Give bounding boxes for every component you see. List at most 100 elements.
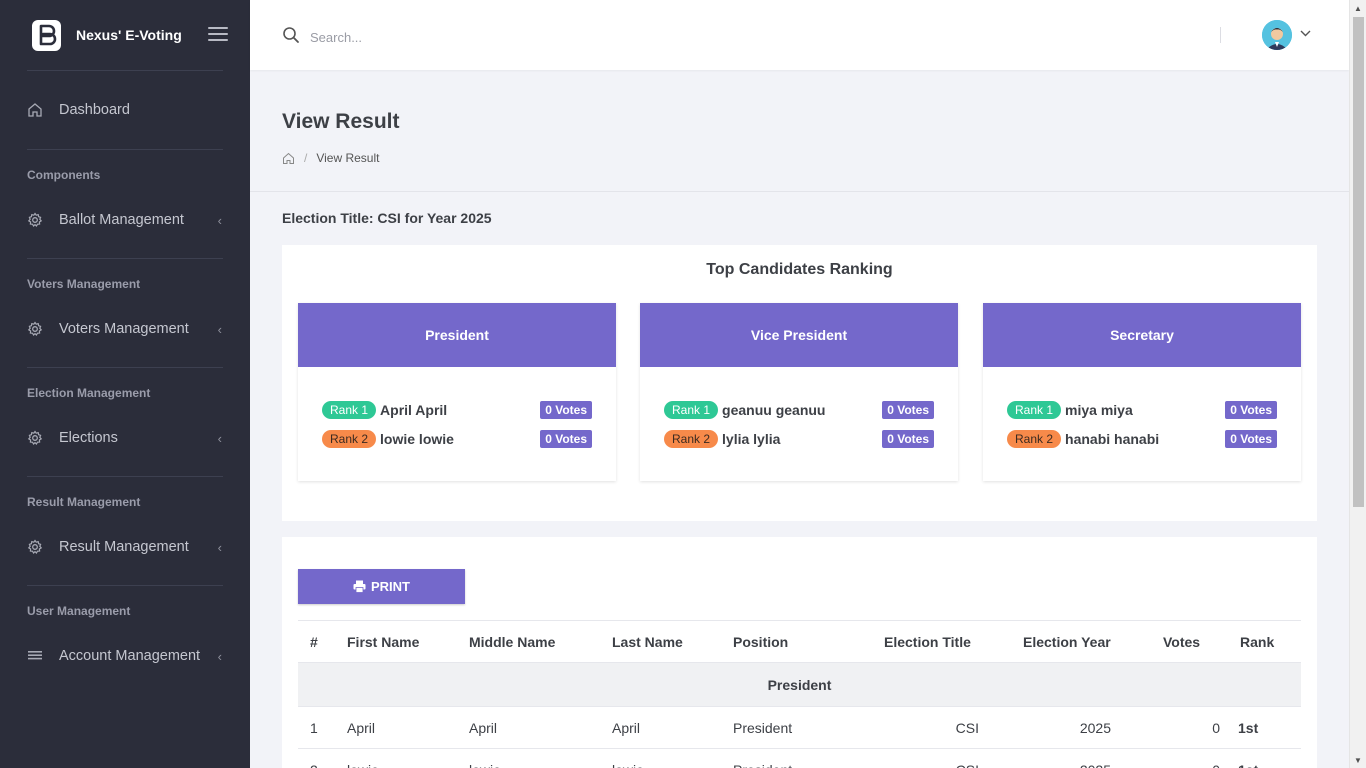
page-title: View Result <box>282 110 400 133</box>
sidebar-section-user: User Management <box>0 586 250 636</box>
candidate-row: Rank 1 miya miya 0 Votes <box>1007 400 1277 420</box>
election-title: Election Title: CSI for Year 2025 <box>282 210 492 226</box>
breadcrumb: / View Result <box>282 151 379 165</box>
print-button[interactable]: PRINT <box>298 569 465 604</box>
cell: lowie <box>600 748 721 768</box>
sidebar-item-elections[interactable]: Elections ‹ <box>0 418 250 458</box>
column-header[interactable]: Position <box>721 620 872 663</box>
chevron-left-icon: ‹ <box>217 539 222 555</box>
rank-badge: Rank 1 <box>1007 401 1062 419</box>
votes-badge: 0 Votes <box>540 430 592 448</box>
home-icon[interactable] <box>282 152 295 165</box>
sidebar-item-ballot-management[interactable]: Ballot Management ‹ <box>0 200 250 240</box>
candidate-name: hanabi hanabi <box>1065 431 1160 447</box>
column-header[interactable]: Middle Name <box>457 620 600 663</box>
divider <box>1220 27 1221 43</box>
sidebar-item-label: Elections <box>59 430 118 446</box>
sidebar-item-voters-management[interactable]: Voters Management ‹ <box>0 309 250 349</box>
ranking-title: Top Candidates Ranking <box>706 261 893 278</box>
position-name: Vice President <box>640 303 958 367</box>
rank-badge: Rank 2 <box>664 430 719 448</box>
chevron-left-icon: ‹ <box>217 212 222 228</box>
gear-icon <box>27 321 43 337</box>
print-label: PRINT <box>371 579 410 594</box>
sidebar-section-election: Election Management <box>0 368 250 418</box>
chevron-left-icon: ‹ <box>217 648 222 664</box>
rank-badge: Rank 1 <box>664 401 719 419</box>
results-table: # First Name Middle Name Last Name Posit… <box>298 620 1301 768</box>
column-header[interactable]: Election Title <box>872 620 1011 663</box>
cell: April <box>600 706 721 749</box>
chevron-left-icon: ‹ <box>217 430 222 446</box>
position-card-vice-president: Vice President Rank 1 geanuu geanuu 0 Vo… <box>640 303 958 481</box>
table-group-row: President <box>298 662 1301 707</box>
chevron-down-icon[interactable] <box>1300 28 1311 40</box>
votes-badge: 0 Votes <box>882 430 934 448</box>
column-header[interactable]: Rank <box>1228 620 1301 663</box>
cell: CSI <box>872 706 1011 749</box>
search-icon[interactable] <box>282 26 300 44</box>
candidate-name: geanuu geanuu <box>722 402 826 418</box>
app-title: Nexus' E-Voting <box>76 27 182 43</box>
cell: 1st <box>1228 748 1301 768</box>
candidate-row: Rank 2 hanabi hanabi 0 Votes <box>1007 429 1277 449</box>
votes-badge: 0 Votes <box>882 401 934 419</box>
brand: Nexus' E-Voting <box>0 0 250 70</box>
votes-badge: 0 Votes <box>1225 430 1277 448</box>
position-name: Secretary <box>983 303 1301 367</box>
cell: 2025 <box>1011 748 1151 768</box>
section-title: User Management <box>27 604 131 618</box>
sidebar-item-label: Dashboard <box>59 102 130 118</box>
topbar <box>250 0 1349 70</box>
candidate-row: Rank 2 lowie lowie 0 Votes <box>322 429 592 449</box>
candidate-row: Rank 1 geanuu geanuu 0 Votes <box>664 400 934 420</box>
table-row: 2 lowie lowie lowie President CSI 2025 0… <box>298 748 1301 768</box>
cell: 2025 <box>1011 706 1151 749</box>
column-header[interactable]: First Name <box>335 620 457 663</box>
candidate-row: Rank 2 lylia lylia 0 Votes <box>664 429 934 449</box>
column-header[interactable]: Election Year <box>1011 620 1151 663</box>
sidebar-item-result-management[interactable]: Result Management ‹ <box>0 527 250 567</box>
cell: CSI <box>872 748 1011 768</box>
avatar[interactable] <box>1262 20 1292 50</box>
results-card: PRINT # First Name Middle Name Last Name… <box>282 537 1317 768</box>
sidebar-item-account-management[interactable]: Account Management ‹ <box>0 636 250 676</box>
scroll-thumb[interactable] <box>1353 17 1364 507</box>
app-logo-icon <box>32 19 61 51</box>
section-title: Voters Management <box>27 277 141 291</box>
rank-badge: Rank 2 <box>322 430 377 448</box>
position-card-secretary: Secretary Rank 1 miya miya 0 Votes Rank … <box>983 303 1301 481</box>
section-title: Election Management <box>27 386 151 400</box>
ranking-card: Top Candidates Ranking President Rank 1 … <box>282 245 1317 521</box>
home-icon <box>27 102 43 118</box>
gear-icon <box>27 430 43 446</box>
column-header[interactable]: # <box>298 620 335 663</box>
column-header[interactable]: Last Name <box>600 620 721 663</box>
column-header[interactable]: Votes <box>1151 620 1228 663</box>
gear-icon <box>27 212 43 228</box>
search-input[interactable] <box>310 26 610 48</box>
cell: lowie <box>335 748 457 768</box>
scroll-up-icon[interactable]: ▲ <box>1354 4 1362 13</box>
page-header: View Result / View Result <box>250 70 1349 192</box>
candidate-name: miya miya <box>1065 402 1133 418</box>
cell: April <box>335 706 457 749</box>
section-title: Components <box>27 168 101 182</box>
cell: President <box>721 706 872 749</box>
scroll-down-icon[interactable]: ▼ <box>1354 756 1362 765</box>
page-scrollbar[interactable]: ▲ ▼ <box>1349 0 1366 768</box>
candidate-name: lylia lylia <box>722 431 781 447</box>
cell: 0 <box>1151 706 1228 749</box>
sidebar-item-dashboard[interactable]: Dashboard <box>0 71 250 149</box>
votes-badge: 0 Votes <box>1225 401 1277 419</box>
sidebar-section-voters: Voters Management <box>0 259 250 309</box>
position-name: President <box>298 303 616 367</box>
cell: President <box>721 748 872 768</box>
cell: lowie <box>457 748 600 768</box>
list-icon <box>27 648 43 664</box>
table-header-row: # First Name Middle Name Last Name Posit… <box>298 620 1301 663</box>
group-label: President <box>298 662 1301 707</box>
menu-toggle-icon[interactable] <box>208 27 228 41</box>
breadcrumb-separator: / <box>304 151 308 165</box>
gear-icon <box>27 539 43 555</box>
